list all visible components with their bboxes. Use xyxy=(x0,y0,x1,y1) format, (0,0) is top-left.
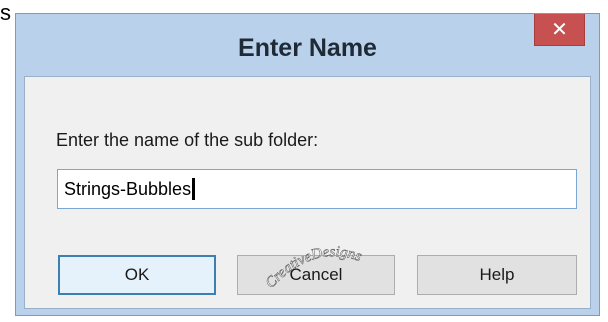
close-icon: ✕ xyxy=(551,18,568,41)
ok-button[interactable]: OK xyxy=(58,255,216,295)
folder-name-value: Strings-Bubbles xyxy=(64,178,192,199)
folder-name-input[interactable]: Strings-Bubbles xyxy=(57,169,577,209)
cancel-button[interactable]: Cancel xyxy=(237,255,395,295)
dialog-title: Enter Name xyxy=(238,34,377,62)
stray-character: s xyxy=(0,0,11,25)
text-caret xyxy=(192,178,196,200)
prompt-label: Enter the name of the sub folder: xyxy=(56,130,319,150)
dialog-titlebar[interactable]: Enter Name ✕ xyxy=(16,14,599,76)
dialog-body: Enter the name of the sub folder: String… xyxy=(24,76,591,309)
enter-name-dialog: Enter Name ✕ Enter the name of the sub f… xyxy=(15,13,600,316)
help-button[interactable]: Help xyxy=(417,255,577,295)
close-button[interactable]: ✕ xyxy=(534,14,585,46)
